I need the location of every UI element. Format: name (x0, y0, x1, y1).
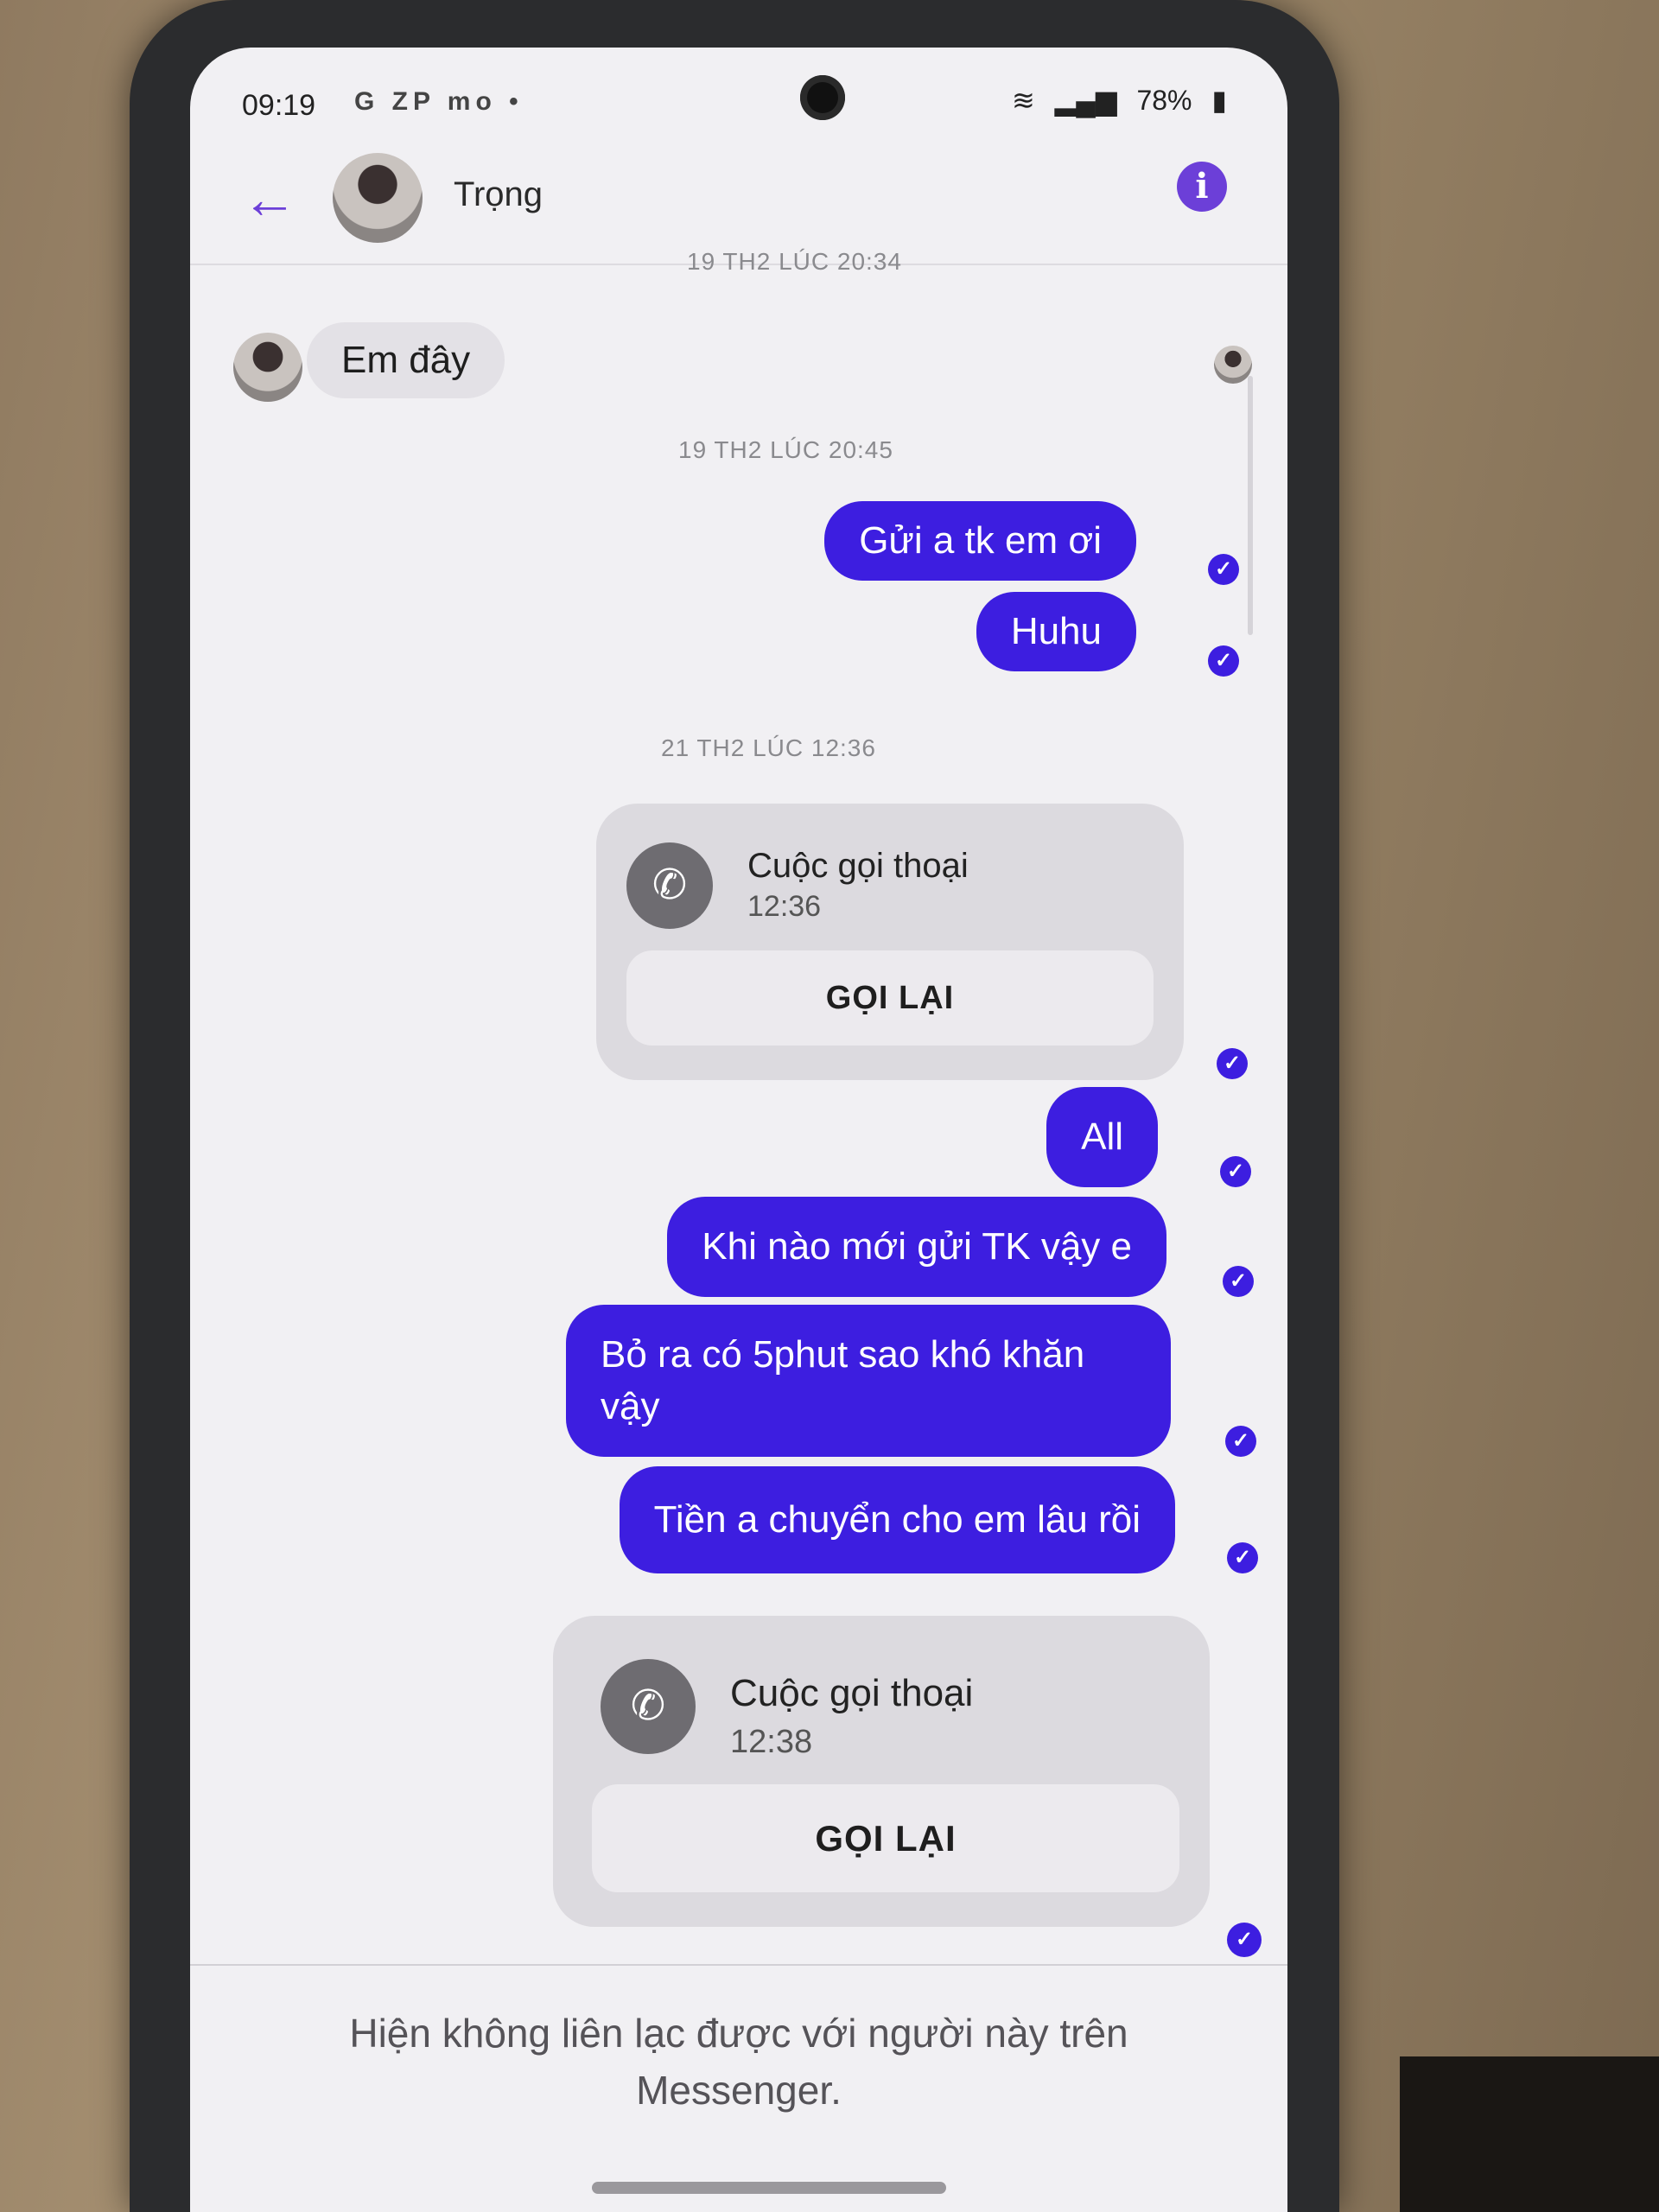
arrow-left-icon[interactable]: ← (242, 168, 302, 229)
message-outgoing[interactable]: Gửi a tk em ơi (824, 501, 1136, 581)
seen-check-icon: ✓ (1223, 1266, 1254, 1297)
status-right: ≋ ▂▄▆ 78% ▮ (1000, 84, 1227, 117)
seen-check-icon: ✓ (1220, 1156, 1251, 1187)
message-outgoing[interactable]: All (1046, 1087, 1158, 1187)
call-back-button[interactable]: GỌI LẠI (626, 950, 1154, 1046)
message-outgoing[interactable]: Huhu (976, 592, 1136, 671)
scrollbar[interactable] (1248, 376, 1253, 635)
wifi-icon: ≋ (1011, 85, 1035, 116)
timestamp: 19 TH2 LÚC 20:45 (678, 436, 893, 463)
seen-check-icon: ✓ (1225, 1426, 1256, 1457)
call-title: Cuộc gọi thoại (747, 847, 969, 885)
front-camera (800, 75, 845, 120)
battery-level: 78% (1136, 85, 1192, 116)
message-outgoing[interactable]: Bỏ ra có 5phut sao khó khăn vậy (566, 1305, 1171, 1457)
sender-avatar (233, 333, 302, 402)
call-card: ✆ Cuộc gọi thoại 12:36 GỌI LẠI (596, 804, 1184, 1080)
call-title: Cuộc gọi thoại (730, 1672, 974, 1714)
missed-call-icon: ✆ (626, 842, 713, 929)
seen-check-icon: ✓ (1227, 1542, 1258, 1573)
call-time: 12:36 (747, 890, 822, 923)
signal-icon: ▂▄▆ (1054, 85, 1117, 116)
message-outgoing[interactable]: Tiền a chuyển cho em lâu rồi (619, 1466, 1175, 1573)
desk-background (1400, 2056, 1659, 2212)
message-incoming[interactable]: Em đây (307, 322, 505, 398)
missed-call-icon: ✆ (601, 1659, 696, 1754)
battery-icon: ▮ (1211, 85, 1227, 116)
seen-check-icon: ✓ (1217, 1048, 1248, 1079)
seen-avatar (1214, 346, 1252, 384)
messenger-screen: 09:19 G ZP mo • ≋ ▂▄▆ 78% ▮ ← Trọng i 19… (190, 48, 1287, 2212)
seen-check-icon: ✓ (1208, 645, 1239, 677)
divider (190, 1964, 1287, 1966)
call-back-button[interactable]: GỌI LẠI (592, 1784, 1179, 1892)
avatar[interactable] (333, 153, 423, 243)
status-time: 09:19 (242, 89, 316, 122)
contact-name[interactable]: Trọng (454, 175, 543, 214)
home-gesture-bar[interactable] (592, 2182, 946, 2194)
notification-icons: G ZP mo • (354, 87, 524, 116)
status-bar: 09:19 G ZP mo • ≋ ▂▄▆ 78% ▮ (190, 48, 1287, 151)
timestamp: 19 TH2 LÚC 20:34 (687, 248, 902, 275)
unavailable-notice: Hiện không liên lạc được với người này t… (349, 2011, 1128, 2113)
info-icon[interactable]: i (1177, 162, 1227, 212)
seen-check-icon: ✓ (1208, 554, 1239, 585)
timestamp: 21 TH2 LÚC 12:36 (661, 734, 876, 761)
seen-check-icon: ✓ (1227, 1923, 1262, 1957)
message-outgoing[interactable]: Khi nào mới gửi TK vậy e (667, 1197, 1166, 1297)
call-card: ✆ Cuộc gọi thoại 12:38 GỌI LẠI (553, 1616, 1210, 1927)
call-time: 12:38 (730, 1724, 813, 1760)
